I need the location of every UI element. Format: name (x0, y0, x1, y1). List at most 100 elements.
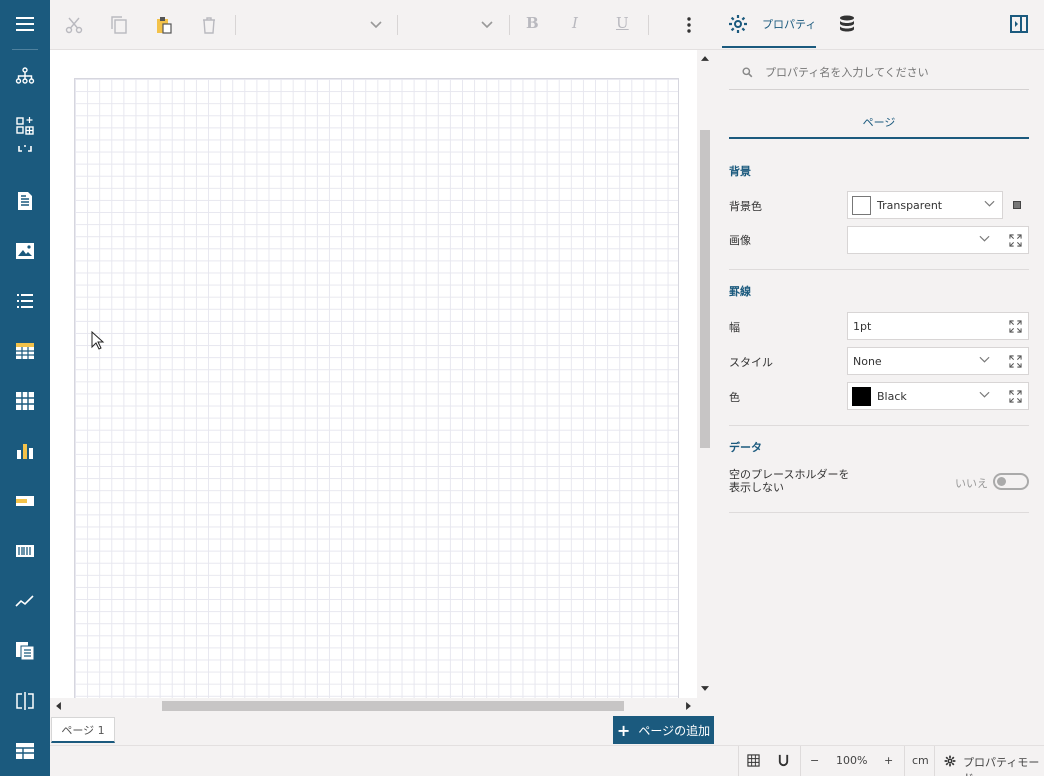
copy-icon (111, 16, 127, 34)
panel-tabs: プロパティ (720, 0, 1044, 50)
sidebar-item-subreport[interactable] (0, 631, 50, 671)
expand-icon[interactable] (1009, 234, 1022, 247)
section-border-header: 罫線 (729, 285, 751, 298)
mouse-cursor-icon (91, 331, 105, 350)
horizontal-scroll-thumb[interactable] (162, 701, 624, 711)
border-width-field[interactable]: 1pt (847, 312, 1029, 340)
border-color-field[interactable]: Black (847, 382, 1029, 410)
expand-icon[interactable] (1009, 355, 1022, 368)
tab-properties[interactable]: プロパティ (728, 0, 816, 48)
tab-properties-label: プロパティ (762, 18, 817, 31)
toolbar-divider (397, 15, 398, 35)
section-divider (729, 512, 1029, 513)
hide-empty-placeholder-toggle[interactable] (993, 473, 1029, 490)
border-style-value: None (853, 354, 882, 368)
paste-button[interactable] (149, 10, 179, 40)
add-page-button[interactable]: + ページの追加 (613, 716, 714, 744)
sidebar-item-richtext[interactable] (0, 181, 50, 221)
sidebar-toggle-icon (1010, 15, 1028, 33)
underline-button[interactable]: U (616, 14, 629, 32)
border-width-label: 幅 (729, 321, 740, 334)
gear-icon (944, 755, 956, 767)
scissors-icon (65, 17, 83, 34)
more-options-button[interactable] (674, 10, 704, 40)
hide-empty-placeholder-label-line1: 空のプレースホルダーを (729, 468, 850, 481)
grid-icon (16, 392, 34, 410)
vertical-scroll-thumb[interactable] (700, 130, 710, 448)
components-icon (16, 117, 34, 135)
tab-page-properties[interactable]: ページ (729, 106, 1029, 139)
magnet-icon[interactable] (777, 754, 790, 767)
table-icon (16, 343, 34, 359)
image-field[interactable] (847, 226, 1029, 254)
sidebar-item-image[interactable] (0, 231, 50, 271)
tab-data[interactable] (837, 0, 857, 48)
sidebar-item-chart[interactable] (0, 431, 50, 471)
barcode-icon (16, 545, 34, 557)
zoom-out-button[interactable]: − (810, 754, 819, 767)
bg-color-label: 背景色 (729, 200, 762, 213)
hide-empty-placeholder-value: いいえ (955, 477, 988, 490)
bar-chart-icon (17, 444, 33, 459)
grid-toggle-icon[interactable] (747, 754, 760, 767)
sidebar-item-barcode[interactable] (0, 531, 50, 571)
form-icon (16, 743, 34, 759)
horizontal-scrollbar[interactable] (50, 698, 697, 714)
zoom-in-button[interactable]: + (884, 754, 893, 767)
chevron-down-icon (481, 21, 493, 29)
sidebar-item-groups[interactable] (0, 56, 50, 96)
sidebar-item-list[interactable] (0, 281, 50, 321)
hide-empty-placeholder-label-line2: 表示しない (729, 481, 784, 494)
property-search-input[interactable] (765, 66, 1025, 79)
property-mode-button[interactable]: プロパティモード (963, 754, 1044, 776)
design-canvas[interactable] (50, 50, 697, 698)
scroll-up-icon (701, 56, 709, 61)
section-data-header: データ (729, 441, 762, 454)
vertical-scrollbar[interactable] (697, 50, 713, 698)
expand-icon[interactable] (1009, 390, 1022, 403)
border-color-swatch (852, 386, 871, 406)
sidebar-item-splitter[interactable] (0, 681, 50, 721)
hamburger-menu-button[interactable] (0, 4, 50, 44)
sidebar-item-textbox[interactable] (0, 140, 50, 160)
trash-icon (203, 17, 215, 34)
font-family-dropdown[interactable] (361, 10, 391, 40)
status-bar: − 100% + cm プロパティモード (50, 745, 1044, 776)
subreport-icon (16, 642, 35, 661)
sidebar-item-tablix[interactable] (0, 381, 50, 421)
bg-color-field[interactable]: Transparent (847, 191, 1003, 219)
cut-button[interactable] (59, 10, 89, 40)
font-size-dropdown[interactable] (472, 10, 502, 40)
sidebar-item-sparkline[interactable] (0, 581, 50, 621)
sidebar-item-bullet[interactable] (0, 481, 50, 521)
italic-button[interactable]: I (572, 14, 578, 32)
clipboard-icon (157, 17, 172, 34)
properties-panel: ページ 背景 背景色 Transparent 画像 罫線 幅 1pt スタイル … (720, 50, 1044, 745)
section-divider (729, 425, 1029, 426)
expand-icon[interactable] (1009, 320, 1022, 333)
sidebar-divider (12, 49, 38, 50)
bold-button[interactable]: B (526, 14, 539, 32)
page-tab[interactable]: ページ 1 (51, 717, 115, 743)
unit-selector[interactable]: cm (912, 754, 929, 767)
report-page[interactable] (74, 78, 679, 698)
bullet-graph-icon (16, 496, 34, 506)
sidebar-item-table[interactable] (0, 331, 50, 371)
section-divider (729, 269, 1029, 270)
bg-color-reset-button[interactable] (1013, 201, 1021, 209)
document-icon (18, 192, 32, 210)
hierarchy-icon (15, 67, 35, 84)
database-icon (840, 15, 854, 32)
hide-empty-placeholder-label: 空のプレースホルダーを 表示しない (729, 468, 849, 494)
copy-button[interactable] (104, 10, 134, 40)
border-color-value: Black (877, 389, 907, 403)
hamburger-icon (16, 17, 34, 31)
property-search (729, 56, 1029, 90)
zoom-level: 100% (836, 754, 868, 767)
border-style-field[interactable]: None (847, 347, 1029, 375)
sidebar-item-form[interactable] (0, 731, 50, 771)
collapse-panel-button[interactable] (1009, 0, 1029, 48)
toggle-knob (997, 477, 1006, 486)
chevron-down-icon (979, 235, 990, 242)
delete-button[interactable] (194, 10, 224, 40)
